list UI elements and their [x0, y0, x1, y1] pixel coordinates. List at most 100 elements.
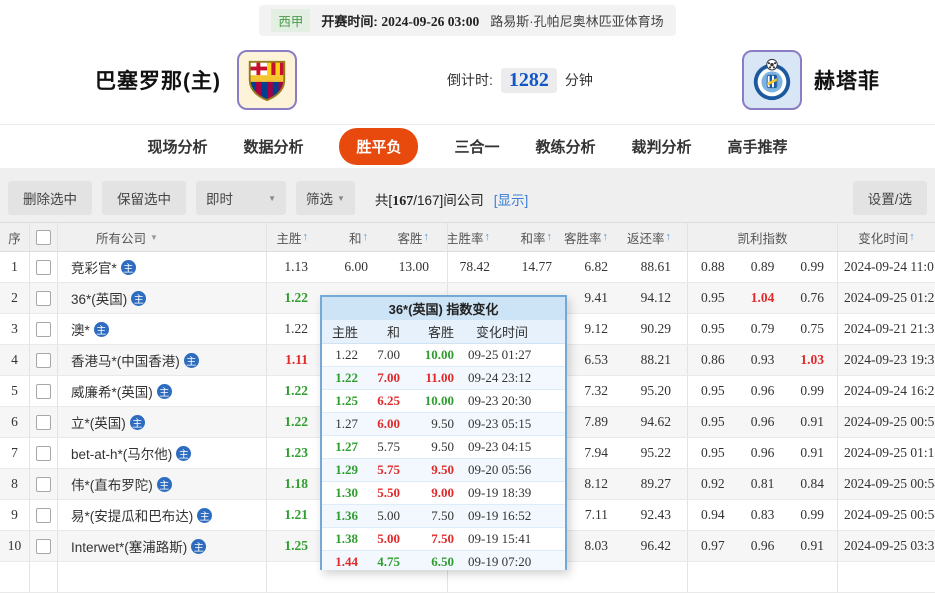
- popup-home-odds: 1.27: [335, 439, 358, 454]
- row-checkbox[interactable]: [36, 383, 51, 399]
- popup-draw-odds: 4.75: [377, 554, 400, 569]
- home-odds-cell: 1.13: [284, 259, 308, 274]
- away-team-name: 赫塔菲: [814, 70, 880, 93]
- row-checkbox[interactable]: [36, 259, 51, 275]
- company-cell[interactable]: 香港马*(中国香港) 主: [58, 345, 267, 375]
- filter-dropdown[interactable]: 筛选 ▼: [296, 181, 355, 215]
- settings-button[interactable]: 设置/选: [852, 181, 927, 215]
- match-info-bar: 西甲 开赛时间: 2024-09-26 03:00 路易斯·孔帕尼奥林匹亚体育场: [0, 0, 935, 36]
- popup-away-odds: 10.00: [424, 393, 454, 408]
- home-badge: 主: [156, 476, 172, 492]
- tab-three-in-one[interactable]: 三合一: [454, 136, 499, 157]
- away-team-logo: [742, 50, 802, 110]
- header-away-odds[interactable]: 客胜 ↑: [373, 223, 448, 251]
- tab-referee-analysis[interactable]: 裁判分析: [632, 136, 692, 157]
- analysis-tab-bar: 现场分析 数据分析 胜平负 三合一 教练分析 裁判分析 高手推荐: [0, 124, 935, 168]
- payout-rate-cell: 95.22: [613, 438, 688, 468]
- company-name: 立*(英国): [71, 416, 126, 431]
- row-checkbox[interactable]: [36, 476, 51, 492]
- header-away-rate[interactable]: 客胜率 ↑: [557, 223, 613, 251]
- popup-header-away: 客胜: [427, 325, 454, 340]
- company-cell[interactable]: 伟*(直布罗陀) 主: [58, 469, 267, 499]
- tab-expert-picks[interactable]: 高手推荐: [728, 136, 788, 157]
- odds-history-popup: 36*(英国) 指数变化 主胜 和 客胜 变化时间 1.22 7.00 10.0…: [320, 295, 567, 570]
- popup-draw-odds: 5.00: [377, 508, 400, 523]
- change-time-cell: 2024-09-21 21:36: [844, 321, 935, 336]
- row-checkbox[interactable]: [36, 321, 51, 337]
- popup-change-time: 09-20 05:56: [468, 462, 532, 477]
- payout-rate-cell: 90.29: [613, 314, 688, 344]
- popup-away-odds: 9.50: [431, 416, 454, 431]
- company-count: 共[167/167]间公司: [374, 193, 484, 209]
- tab-live-analysis[interactable]: 现场分析: [147, 136, 207, 157]
- header-kelly: 凯利指数: [688, 223, 838, 251]
- popup-draw-odds: 6.00: [377, 416, 400, 431]
- header-company[interactable]: 所有公司 ▼: [58, 223, 267, 251]
- company-cell[interactable]: [58, 562, 267, 592]
- home-badge: 主: [129, 414, 145, 430]
- popup-history-row: 1.27 5.75 9.50 09-23 04:15: [322, 436, 565, 459]
- row-checkbox-cell: [30, 345, 58, 375]
- popup-draw-odds: 5.75: [377, 462, 400, 477]
- popup-history-row: 1.22 7.00 10.00 09-25 01:27: [322, 344, 565, 367]
- sort-asc-icon: ↑: [546, 231, 553, 243]
- home-team: 巴塞罗那(主): [95, 50, 297, 110]
- row-checkbox[interactable]: [36, 290, 51, 306]
- payout-rate-cell: 95.20: [613, 376, 688, 406]
- row-checkbox[interactable]: [36, 352, 51, 368]
- delete-selected-button[interactable]: 删除选中: [8, 181, 92, 215]
- away-odds-cell: 13.00: [373, 252, 448, 282]
- header-home-odds[interactable]: 主胜 ↑: [267, 223, 313, 251]
- popup-history-row: 1.44 4.75 6.50 09-19 07:20: [322, 551, 565, 570]
- row-checkbox-cell: [30, 376, 58, 406]
- payout-rate-cell: 94.12: [613, 283, 688, 313]
- payout-rate-cell: 88.21: [613, 345, 688, 375]
- company-cell[interactable]: 36*(英国) 主: [58, 283, 267, 313]
- header-seq: 序: [0, 223, 30, 251]
- home-badge: 主: [131, 290, 147, 306]
- header-payout-rate[interactable]: 返还率 ↑: [613, 223, 688, 251]
- row-checkbox[interactable]: [36, 538, 51, 554]
- popup-away-odds: 9.00: [431, 485, 454, 500]
- home-badge: 主: [176, 445, 192, 461]
- popup-change-time: 09-23 20:30: [468, 393, 532, 408]
- keep-selected-button[interactable]: 保留选中: [102, 181, 186, 215]
- company-cell[interactable]: 威廉希*(英国) 主: [58, 376, 267, 406]
- header-draw-odds[interactable]: 和 ↑: [313, 223, 373, 251]
- popup-home-odds: 1.22: [335, 347, 358, 362]
- popup-change-time: 09-25 01:27: [468, 347, 532, 362]
- away-team: 赫塔菲: [742, 50, 880, 110]
- header-change-time[interactable]: 变化时间 ↑: [838, 223, 935, 251]
- kelly-cell: 0.95 0.96 0.99: [688, 376, 838, 406]
- home-odds-cell: 1.22: [284, 414, 308, 429]
- company-cell[interactable]: 竞彩官* 主: [58, 252, 267, 282]
- home-odds-cell: 1.22: [284, 383, 308, 398]
- tab-data-analysis[interactable]: 数据分析: [243, 136, 303, 157]
- tab-coach-analysis[interactable]: 教练分析: [536, 136, 596, 157]
- sort-asc-icon: ↑: [484, 231, 491, 243]
- caret-down-icon: ▼: [337, 193, 345, 203]
- select-all-checkbox[interactable]: [36, 229, 51, 245]
- company-cell[interactable]: 澳* 主: [58, 314, 267, 344]
- row-seq: 6: [0, 407, 30, 437]
- company-cell[interactable]: 立*(英国) 主: [58, 407, 267, 437]
- home-odds-cell: 1.18: [284, 476, 308, 491]
- company-cell[interactable]: Interwet*(塞浦路斯) 主: [58, 531, 267, 561]
- company-cell[interactable]: 易*(安提瓜和巴布达) 主: [58, 500, 267, 530]
- kelly-cell: 0.86 0.93 1.03: [688, 345, 838, 375]
- league-badge: 西甲: [271, 9, 311, 32]
- tab-win-draw-loss[interactable]: 胜平负: [339, 128, 419, 165]
- teams-row: 巴塞罗那(主) 倒计时: 1282 分钟 赫塔菲: [0, 36, 935, 124]
- row-seq: 3: [0, 314, 30, 344]
- company-cell[interactable]: bet-at-h*(马尔他) 主: [58, 438, 267, 468]
- header-draw-rate[interactable]: 和率 ↑: [495, 223, 557, 251]
- row-seq: 10: [0, 531, 30, 561]
- change-time-cell: 2024-09-25 00:54: [844, 507, 935, 522]
- time-filter-dropdown[interactable]: 即时 ▼: [196, 181, 286, 215]
- row-checkbox[interactable]: [36, 445, 51, 461]
- show-link[interactable]: [显示]: [494, 181, 529, 209]
- home-odds-cell: 1.23: [284, 445, 308, 460]
- row-checkbox[interactable]: [36, 414, 51, 430]
- header-home-rate[interactable]: 主胜率 ↑: [448, 223, 495, 251]
- row-checkbox[interactable]: [36, 507, 51, 523]
